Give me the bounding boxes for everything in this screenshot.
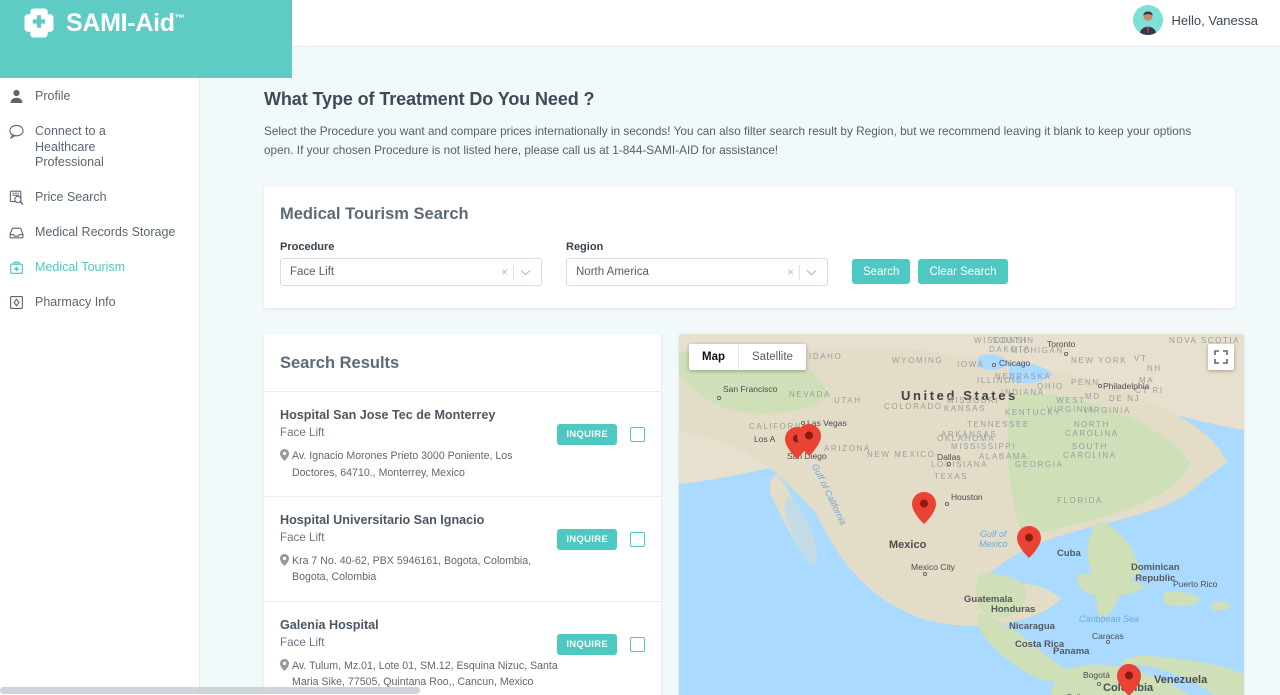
page-title: What Type of Treatment Do You Need ? bbox=[264, 89, 595, 109]
location-marker-icon[interactable] bbox=[912, 492, 936, 529]
brand-name: SAMI-Aid™ bbox=[66, 8, 185, 37]
search-card-title: Medical Tourism Search bbox=[280, 205, 469, 224]
result-checkbox[interactable] bbox=[630, 636, 645, 652]
result-checkbox[interactable] bbox=[630, 427, 645, 443]
inquire-button[interactable]: INQUIRE bbox=[557, 633, 617, 655]
clear-x-icon[interactable]: × bbox=[782, 265, 799, 279]
procedure-value: Face Lift bbox=[290, 266, 335, 279]
result-actions: INQUIRE bbox=[557, 424, 645, 446]
user-menu[interactable]: Hello, Vanessa bbox=[1132, 5, 1258, 35]
fullscreen-icon[interactable] bbox=[1208, 344, 1234, 371]
result-item[interactable]: Galenia Hospital Face Lift Av. Tulum, Mz… bbox=[264, 602, 661, 695]
price-search-icon bbox=[8, 189, 25, 206]
sidebar-item-medical-tourism[interactable]: Medical Tourism bbox=[0, 250, 199, 285]
sidebar-item-medical-records[interactable]: Medical Records Storage bbox=[0, 215, 199, 250]
search-results-panel: Search Results Hospital San Jose Tec de … bbox=[264, 334, 661, 695]
chat-bubble-icon bbox=[8, 123, 25, 140]
chevron-down-icon[interactable] bbox=[800, 269, 821, 276]
result-address-text: Av. Ignacio Morones Prieto 3000 Poniente… bbox=[292, 450, 513, 479]
search-buttons: Search Clear Search bbox=[852, 259, 1008, 286]
sidebar-item-label: Profile bbox=[35, 89, 71, 103]
region-select[interactable]: North America × bbox=[566, 258, 828, 287]
inquire-button[interactable]: INQUIRE bbox=[557, 424, 617, 446]
map-pin-icon bbox=[280, 449, 289, 481]
result-item[interactable]: Hospital San Jose Tec de Monterrey Face … bbox=[264, 392, 661, 498]
page-header: What Type of Treatment Do You Need ? Sel… bbox=[200, 47, 1280, 160]
location-marker-icon[interactable] bbox=[797, 424, 821, 461]
result-address-text: Kra 7 No. 40-62, PBX 5946161, Bogota, Co… bbox=[292, 555, 532, 584]
procedure-select[interactable]: Face Lift × bbox=[280, 258, 542, 287]
brand-header: SAMI-Aid™ bbox=[0, 0, 292, 78]
result-address: Kra 7 No. 40-62, PBX 5946161, Bogota, Co… bbox=[280, 553, 558, 586]
brand-logo-group[interactable]: SAMI-Aid™ bbox=[22, 6, 185, 40]
sidebar-item-pharmacy-info[interactable]: Pharmacy Info bbox=[0, 285, 199, 320]
map-type-satellite-button[interactable]: Satellite bbox=[739, 344, 806, 370]
medical-cross-logo-icon bbox=[22, 6, 56, 40]
sidebar-item-label: Connect to a Healthcare Professional bbox=[35, 124, 106, 170]
page-description: Select the Procedure you want and compar… bbox=[264, 124, 1192, 158]
result-item[interactable]: Hospital Universitario San Ignacio Face … bbox=[264, 497, 661, 602]
pharmacy-icon bbox=[8, 294, 25, 311]
results-and-map: Search Results Hospital San Jose Tec de … bbox=[264, 334, 1280, 695]
chevron-down-icon[interactable] bbox=[514, 269, 535, 276]
clear-x-icon[interactable]: × bbox=[496, 265, 513, 279]
inquire-button[interactable]: INQUIRE bbox=[557, 529, 617, 551]
result-name: Hospital Universitario San Ignacio bbox=[280, 513, 485, 528]
main-content: What Type of Treatment Do You Need ? Sel… bbox=[200, 47, 1280, 695]
region-field: Region North America × bbox=[566, 241, 828, 287]
procedure-label: Procedure bbox=[280, 241, 335, 254]
result-checkbox[interactable] bbox=[630, 532, 645, 548]
sidebar-item-profile[interactable]: Profile bbox=[0, 79, 199, 114]
region-label: Region bbox=[566, 241, 604, 254]
procedure-field: Procedure Face Lift × bbox=[280, 241, 542, 287]
result-name: Galenia Hospital bbox=[280, 617, 379, 632]
sidebar-item-connect-healthcare[interactable]: Connect to a Healthcare Professional bbox=[0, 114, 199, 180]
map-panel[interactable]: IDAHO WYOMING SOUTH DAKOTA NEBRASKA NEVAD… bbox=[679, 334, 1244, 695]
horizontal-scrollbar[interactable] bbox=[0, 686, 434, 695]
map-type-map-button[interactable]: Map bbox=[689, 344, 739, 371]
app-root: Hello, Vanessa SAMI-Aid™ Profile Connect… bbox=[0, 0, 1280, 695]
person-icon bbox=[8, 88, 25, 105]
region-value: North America bbox=[576, 266, 649, 279]
result-address: Av. Ignacio Morones Prieto 3000 Poniente… bbox=[280, 448, 558, 481]
sidebar-item-label: Medical Records Storage bbox=[35, 224, 176, 239]
clear-search-button[interactable]: Clear Search bbox=[918, 259, 1008, 285]
scrollbar-thumb[interactable] bbox=[0, 687, 420, 694]
medical-tourism-search-card: Medical Tourism Search Procedure Face Li… bbox=[264, 186, 1235, 309]
medical-bag-icon bbox=[8, 259, 25, 276]
avatar bbox=[1132, 5, 1163, 35]
location-marker-icon[interactable] bbox=[1117, 664, 1141, 695]
search-form-row: Procedure Face Lift × Region North Ameri… bbox=[280, 241, 1217, 287]
search-button[interactable]: Search bbox=[852, 259, 911, 285]
result-actions: INQUIRE bbox=[557, 633, 645, 655]
result-actions: INQUIRE bbox=[557, 529, 645, 551]
result-name: Hospital San Jose Tec de Monterrey bbox=[280, 408, 496, 423]
sidebar-item-price-search[interactable]: Price Search bbox=[0, 180, 199, 215]
sidebar-item-label: Medical Tourism bbox=[35, 259, 126, 274]
location-marker-icon[interactable] bbox=[1017, 526, 1041, 563]
trademark-symbol: ™ bbox=[174, 13, 185, 25]
map-type-control: Map Satellite bbox=[689, 344, 806, 371]
search-results-title: Search Results bbox=[264, 334, 661, 393]
sidebar-nav: Profile Connect to a Healthcare Professi… bbox=[0, 47, 200, 695]
map-pin-icon bbox=[280, 554, 289, 586]
sidebar-item-label: Pharmacy Info bbox=[35, 294, 116, 309]
records-storage-icon bbox=[8, 224, 25, 241]
user-greeting: Hello, Vanessa bbox=[1171, 12, 1258, 28]
sidebar-item-label: Price Search bbox=[35, 189, 107, 204]
